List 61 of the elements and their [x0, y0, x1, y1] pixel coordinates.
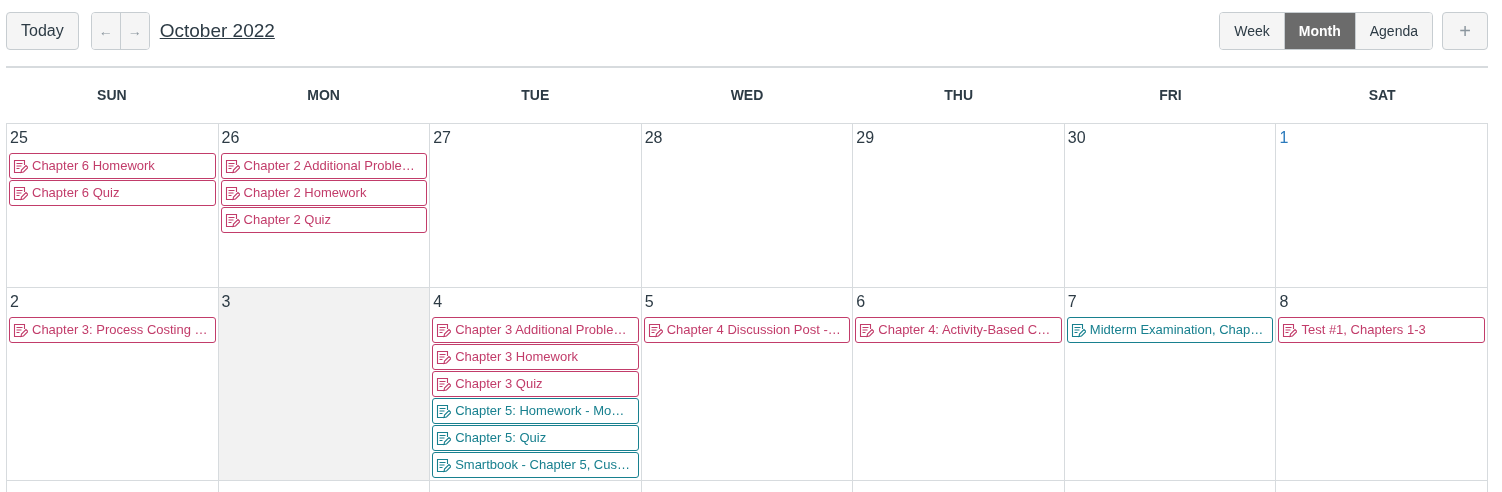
calendar-event[interactable]: Chapter 4: Activity-Based C…: [855, 317, 1062, 343]
calendar-event[interactable]: Chapter 2 Additional Proble…: [220, 153, 428, 179]
calendar-event[interactable]: Chapter 4 Discussion Post -…: [643, 317, 851, 343]
calendar-event[interactable]: Chapter 6 Quiz: [9, 180, 216, 206]
day-number: 8: [1279, 292, 1289, 312]
day-number: 3: [221, 292, 231, 312]
assignment-icon: [436, 403, 452, 419]
calendar-event[interactable]: Midterm Examination, Chap…: [1066, 317, 1274, 343]
month-title[interactable]: October 2022: [159, 16, 275, 46]
today-button[interactable]: Today: [6, 12, 79, 50]
weekday-label: FRI: [1159, 86, 1182, 105]
view-tab[interactable]: Month: [1283, 13, 1355, 49]
assignment-icon: [859, 322, 875, 338]
assignment-icon: [436, 430, 452, 446]
weekday-label: WED: [730, 86, 764, 105]
assignment-icon: [224, 158, 240, 174]
assignment-icon: [224, 212, 240, 228]
weekday-label: MON: [307, 86, 340, 105]
calendar-event[interactable]: Chapter 3 Additional Proble…: [432, 317, 639, 343]
calendar-event[interactable]: Chapter 3 Homework: [432, 344, 639, 370]
assignment-icon: [647, 322, 663, 338]
assignment-icon: [13, 322, 28, 338]
calendar-event[interactable]: Chapter 2 Quiz: [220, 207, 428, 233]
view-tab[interactable]: Week: [1220, 13, 1284, 49]
weekday-label: THU: [944, 86, 974, 105]
weekday-label: SAT: [1368, 86, 1396, 105]
day-number: 28: [644, 128, 663, 148]
weekday-label: SUN: [97, 86, 127, 105]
calendar-event[interactable]: Chapter 2 Homework: [220, 180, 428, 206]
assignment-icon: [436, 457, 452, 473]
calendar-event[interactable]: Chapter 6 Homework: [9, 153, 216, 179]
day-number: 27: [433, 128, 451, 148]
calendar-event[interactable]: Chapter 3 Quiz: [432, 371, 639, 397]
assignment-icon: [1070, 322, 1086, 338]
day-number: 7: [1067, 292, 1077, 312]
calendar-event[interactable]: Smartbook - Chapter 5, Cus…: [432, 452, 639, 478]
view-tab[interactable]: Agenda: [1354, 13, 1432, 49]
day-number: 6: [856, 292, 866, 312]
day-number: 29: [856, 128, 875, 148]
previous-button[interactable]: ←: [91, 13, 121, 49]
calendar-event[interactable]: Chapter 3: Process Costing …: [9, 317, 216, 343]
day-number: 25: [10, 128, 28, 148]
calendar-event[interactable]: Test #1, Chapters 1-3: [1278, 317, 1485, 343]
calendar-event[interactable]: Chapter 5: Quiz: [432, 425, 639, 451]
assignment-icon: [1282, 322, 1298, 338]
assignment-icon: [436, 322, 452, 338]
assignment-icon: [436, 376, 452, 392]
day-number: 5: [644, 292, 654, 312]
day-number: 26: [221, 128, 240, 148]
weekday-label: TUE: [521, 86, 550, 105]
assignment-icon: [13, 158, 28, 174]
day-number: 2: [10, 292, 19, 312]
calendar-event[interactable]: Chapter 5: Homework - Mo…: [432, 398, 639, 424]
add-button[interactable]: +: [1442, 12, 1488, 50]
day-number: 4: [433, 292, 443, 312]
next-button[interactable]: →: [120, 13, 149, 49]
assignment-icon: [224, 185, 240, 201]
assignment-icon: [13, 185, 28, 201]
assignment-icon: [436, 349, 452, 365]
day-number: 30: [1067, 128, 1086, 148]
day-number[interactable]: 1: [1279, 128, 1289, 148]
